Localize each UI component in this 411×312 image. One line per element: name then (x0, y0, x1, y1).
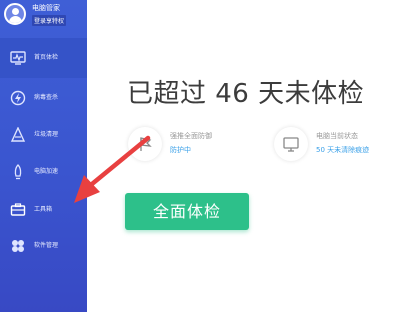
card-title: 电脑当前状态 (316, 132, 358, 140)
monitor-wave-icon (10, 51, 26, 65)
monitor-icon (283, 137, 299, 152)
toolbox-icon (10, 203, 26, 216)
sidebar-item-label: 工具箱 (34, 206, 53, 213)
page-title: 已超过 46 天未体检 (127, 79, 365, 109)
sidebar-item-label: 电脑加速 (34, 168, 59, 175)
sidebar-item-label: 软件管理 (34, 242, 59, 249)
sidebar-item-software[interactable]: 软件管理 (0, 226, 87, 266)
avatar-head (12, 8, 19, 15)
sidebar-item-virus-scan[interactable]: 病毒查杀 (0, 78, 87, 118)
avatar-body (9, 16, 22, 23)
sidebar-item-speedup[interactable]: 电脑加速 (0, 152, 87, 192)
sidebar-item-junk-clean[interactable]: 垃圾清理 (0, 115, 87, 155)
card-title: 强推全面防御 (170, 132, 212, 140)
sidebar-item-label: 垃圾清理 (34, 131, 59, 138)
sidebar-item-toolbox[interactable]: 工具箱 (0, 190, 87, 230)
card-icon-circle (128, 127, 162, 161)
card-icon-circle (274, 127, 308, 161)
lightning-icon (10, 90, 26, 106)
avatar[interactable] (4, 3, 26, 25)
profile[interactable]: 电脑管家 登录享特权 (0, 0, 87, 34)
card-status: 50 天未清除痕迹 (316, 146, 370, 154)
shield-flag-icon (140, 137, 152, 151)
sidebar-item-label: 首页体检 (34, 54, 59, 61)
computer-status-card[interactable]: 电脑当前状态 50 天未清除痕迹 (274, 127, 404, 167)
rocket-icon (14, 164, 22, 180)
sidebar-item-home-check[interactable]: 首页体检 (0, 38, 87, 78)
card-status: 防护中 (170, 146, 191, 154)
broom-icon (10, 127, 26, 142)
profile-name: 电脑管家 (32, 4, 60, 12)
full-check-button[interactable]: 全面体检 (125, 193, 249, 230)
login-link[interactable]: 登录享特权 (32, 15, 67, 26)
sidebar: 电脑管家 登录享特权 首页体检 病毒查杀 垃圾清理 电脑加速 工具箱 软件管理 (0, 0, 87, 312)
app-grid-icon (12, 240, 24, 252)
protection-status-card[interactable]: 强推全面防御 防护中 (128, 127, 248, 167)
sidebar-item-label: 病毒查杀 (34, 94, 59, 101)
